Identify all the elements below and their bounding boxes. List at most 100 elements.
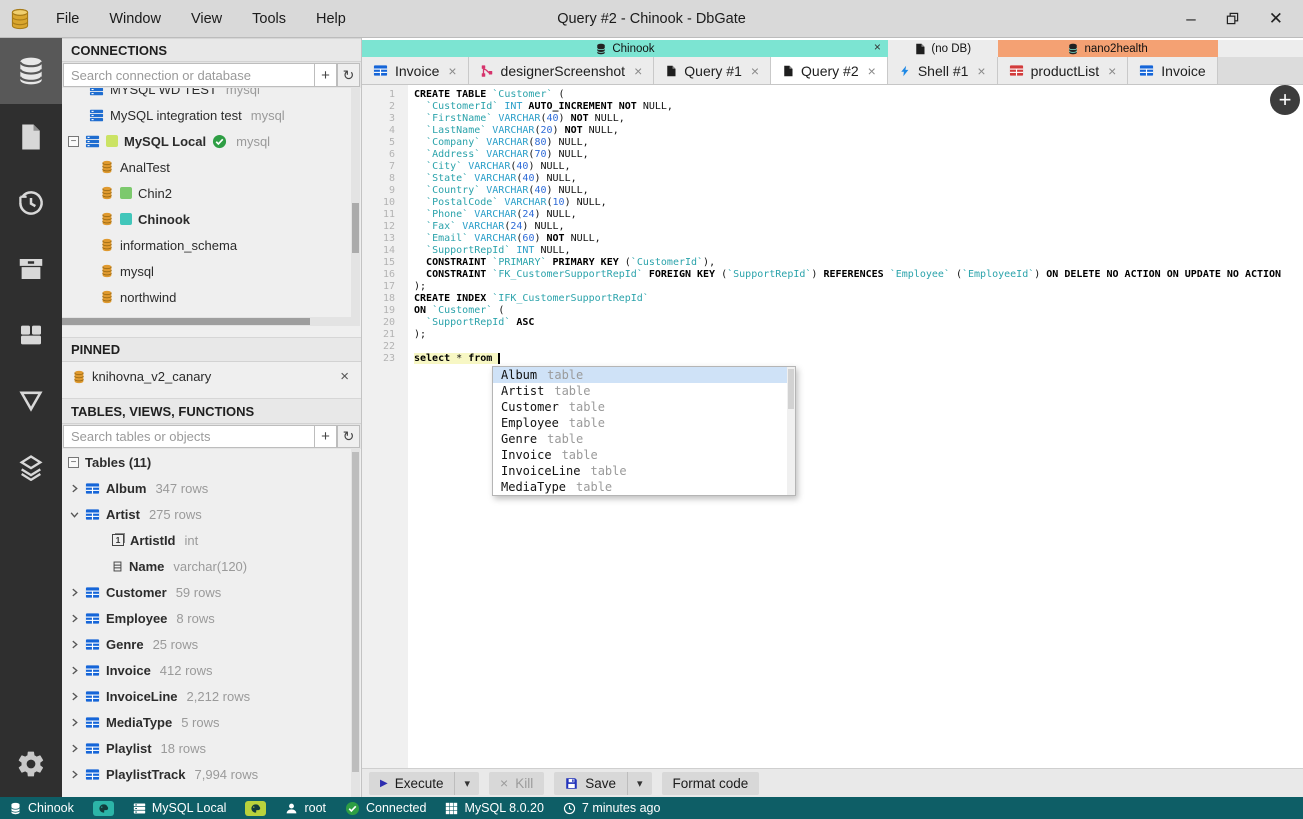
menu-view[interactable]: View (178, 7, 235, 31)
activity-archive-button[interactable] (0, 236, 62, 302)
table-item-album[interactable]: Album 347 rows (62, 475, 361, 501)
tab-shell-1[interactable]: Shell #1 × (887, 57, 998, 84)
autocomplete-item-mediatype[interactable]: MediaType table (493, 479, 795, 495)
connection-item-analtest[interactable]: AnalTest (62, 154, 361, 180)
activity-settings-button[interactable] (0, 731, 62, 797)
status-color-chip[interactable] (245, 800, 267, 816)
connections-scrollbar[interactable] (351, 88, 360, 326)
connection-item-chinook[interactable]: Chinook (62, 206, 361, 232)
table-item-artist[interactable]: Artist 275 rows (62, 501, 361, 527)
tab-group-header-chinook[interactable]: Chinook × (362, 40, 888, 57)
execute-button[interactable]: ▶ Execute (369, 771, 455, 795)
add-connection-button[interactable]: + (314, 63, 337, 87)
tables-scrollbar[interactable] (351, 449, 360, 797)
column-item-name[interactable]: Name varchar(120) (62, 553, 361, 579)
table-item-genre[interactable]: Genre 25 rows (62, 631, 361, 657)
close-tab-icon[interactable]: × (634, 63, 642, 79)
table-item-invoiceline[interactable]: InvoiceLine 2,212 rows (62, 683, 361, 709)
autocomplete-item-invoice[interactable]: Invoice table (493, 447, 795, 463)
table-item-customer[interactable]: Customer 59 rows (62, 579, 361, 605)
table-item-mediatype[interactable]: MediaType 5 rows (62, 709, 361, 735)
menu-file[interactable]: File (43, 7, 92, 31)
connections-search-input[interactable] (63, 63, 314, 87)
autocomplete-item-album[interactable]: Album table (493, 367, 795, 383)
status-connected[interactable]: Connected (345, 801, 426, 816)
tab-productlist[interactable]: productList × (997, 57, 1129, 84)
status-mysql-local[interactable]: MySQL Local (133, 801, 226, 815)
tab-invoice[interactable]: Invoice (1128, 57, 1218, 84)
status-7-minutes-ago[interactable]: 7 minutes ago (563, 801, 660, 815)
collapse-icon[interactable]: − (68, 135, 79, 147)
close-tab-icon[interactable]: × (868, 63, 876, 79)
menu-tools[interactable]: Tools (239, 7, 299, 31)
autocomplete-scrollbar[interactable] (787, 367, 795, 495)
autocomplete-item-customer[interactable]: Customer table (493, 399, 795, 415)
refresh-connections-button[interactable]: ↻ (337, 63, 360, 87)
table-item-invoice[interactable]: Invoice 412 rows (62, 657, 361, 683)
save-button[interactable]: Save (554, 771, 627, 795)
tab-group-header-no-db[interactable]: (no DB) (887, 40, 998, 57)
autocomplete-item-invoiceline[interactable]: InvoiceLine table (493, 463, 795, 479)
connection-item-mysql-wd-test[interactable]: MYSQL WD TEST mysql (62, 88, 361, 102)
save-dropdown-button[interactable]: ▾ (627, 771, 652, 795)
autocomplete-item-genre[interactable]: Genre table (493, 431, 795, 447)
chevron-right-icon[interactable] (70, 666, 79, 675)
close-button[interactable]: ✕ (1269, 10, 1283, 27)
close-group-icon[interactable]: × (874, 40, 881, 54)
chevron-right-icon[interactable] (70, 718, 79, 727)
close-tab-icon[interactable]: × (977, 63, 985, 79)
minimize-button[interactable]: – (1186, 10, 1195, 27)
table-item-playlist[interactable]: Playlist 18 rows (62, 735, 361, 761)
chevron-right-icon[interactable] (70, 614, 79, 623)
collapse-icon[interactable]: − (68, 456, 79, 468)
tab-invoice[interactable]: Invoice × (362, 57, 469, 84)
kill-button[interactable]: × Kill (489, 771, 545, 795)
connection-item-information-schema[interactable]: information_schema (62, 232, 361, 258)
tab-query-1[interactable]: Query #1 × (654, 57, 772, 84)
autocomplete-item-artist[interactable]: Artist table (493, 383, 795, 399)
connection-item-chin2[interactable]: Chin2 (62, 180, 361, 206)
chevron-right-icon[interactable] (70, 692, 79, 701)
add-table-button[interactable]: + (314, 425, 337, 448)
connections-horizontal-scrollbar[interactable] (62, 317, 353, 326)
chevron-right-icon[interactable] (70, 588, 79, 597)
connection-item-mysql[interactable]: mysql (62, 258, 361, 284)
format-code-button[interactable]: Format code (661, 771, 760, 795)
chevron-right-icon[interactable] (70, 770, 79, 779)
close-tab-icon[interactable]: × (751, 63, 759, 79)
status-root[interactable]: root (285, 801, 326, 815)
close-tab-icon[interactable]: × (1108, 63, 1116, 79)
chevron-down-icon[interactable] (70, 510, 79, 519)
refresh-tables-button[interactable]: ↻ (337, 425, 360, 448)
unpin-icon[interactable]: × (340, 368, 361, 385)
status-mysql-8-0-20[interactable]: MySQL 8.0.20 (445, 801, 544, 815)
autocomplete-item-employee[interactable]: Employee table (493, 415, 795, 431)
tab-group-header-blank[interactable] (1217, 40, 1303, 57)
activity-database-button[interactable] (0, 38, 62, 104)
new-tab-button[interactable]: + (1270, 85, 1300, 115)
connection-item-northwind[interactable]: northwind (62, 284, 361, 310)
tab-query-2[interactable]: Query #2 × (771, 57, 888, 84)
status-chinook[interactable]: Chinook (9, 801, 74, 815)
activity-history-button[interactable] (0, 170, 62, 236)
table-item-playlisttrack[interactable]: PlaylistTrack 7,994 rows (62, 761, 361, 787)
connection-item-mysql-local[interactable]: − MySQL Local mysql (62, 128, 361, 154)
tab-group-header-nano2health[interactable]: nano2health (997, 40, 1218, 57)
tables-search-input[interactable] (63, 425, 314, 448)
tab-designerscreenshot[interactable]: designerScreenshot × (468, 57, 655, 84)
chevron-right-icon[interactable] (70, 640, 79, 649)
pinned-item-knihovna-v2-canary[interactable]: knihovna_v2_canary × (62, 362, 361, 391)
menu-window[interactable]: Window (96, 7, 174, 31)
connection-item-mysql-integration-test[interactable]: MySQL integration test mysql (62, 102, 361, 128)
menu-help[interactable]: Help (303, 7, 359, 31)
status-color-chip[interactable] (92, 800, 114, 816)
activity-filter-button[interactable] (0, 368, 62, 434)
activity-cells-button[interactable] (0, 434, 62, 500)
table-item-employee[interactable]: Employee 8 rows (62, 605, 361, 631)
activity-files-button[interactable] (0, 104, 62, 170)
column-item-artistid[interactable]: 1 ArtistId int (62, 527, 361, 553)
tables-group-row[interactable]: − Tables (11) (62, 449, 361, 475)
execute-dropdown-button[interactable]: ▾ (454, 771, 480, 795)
restore-button[interactable] (1226, 12, 1239, 25)
chevron-right-icon[interactable] (70, 744, 79, 753)
